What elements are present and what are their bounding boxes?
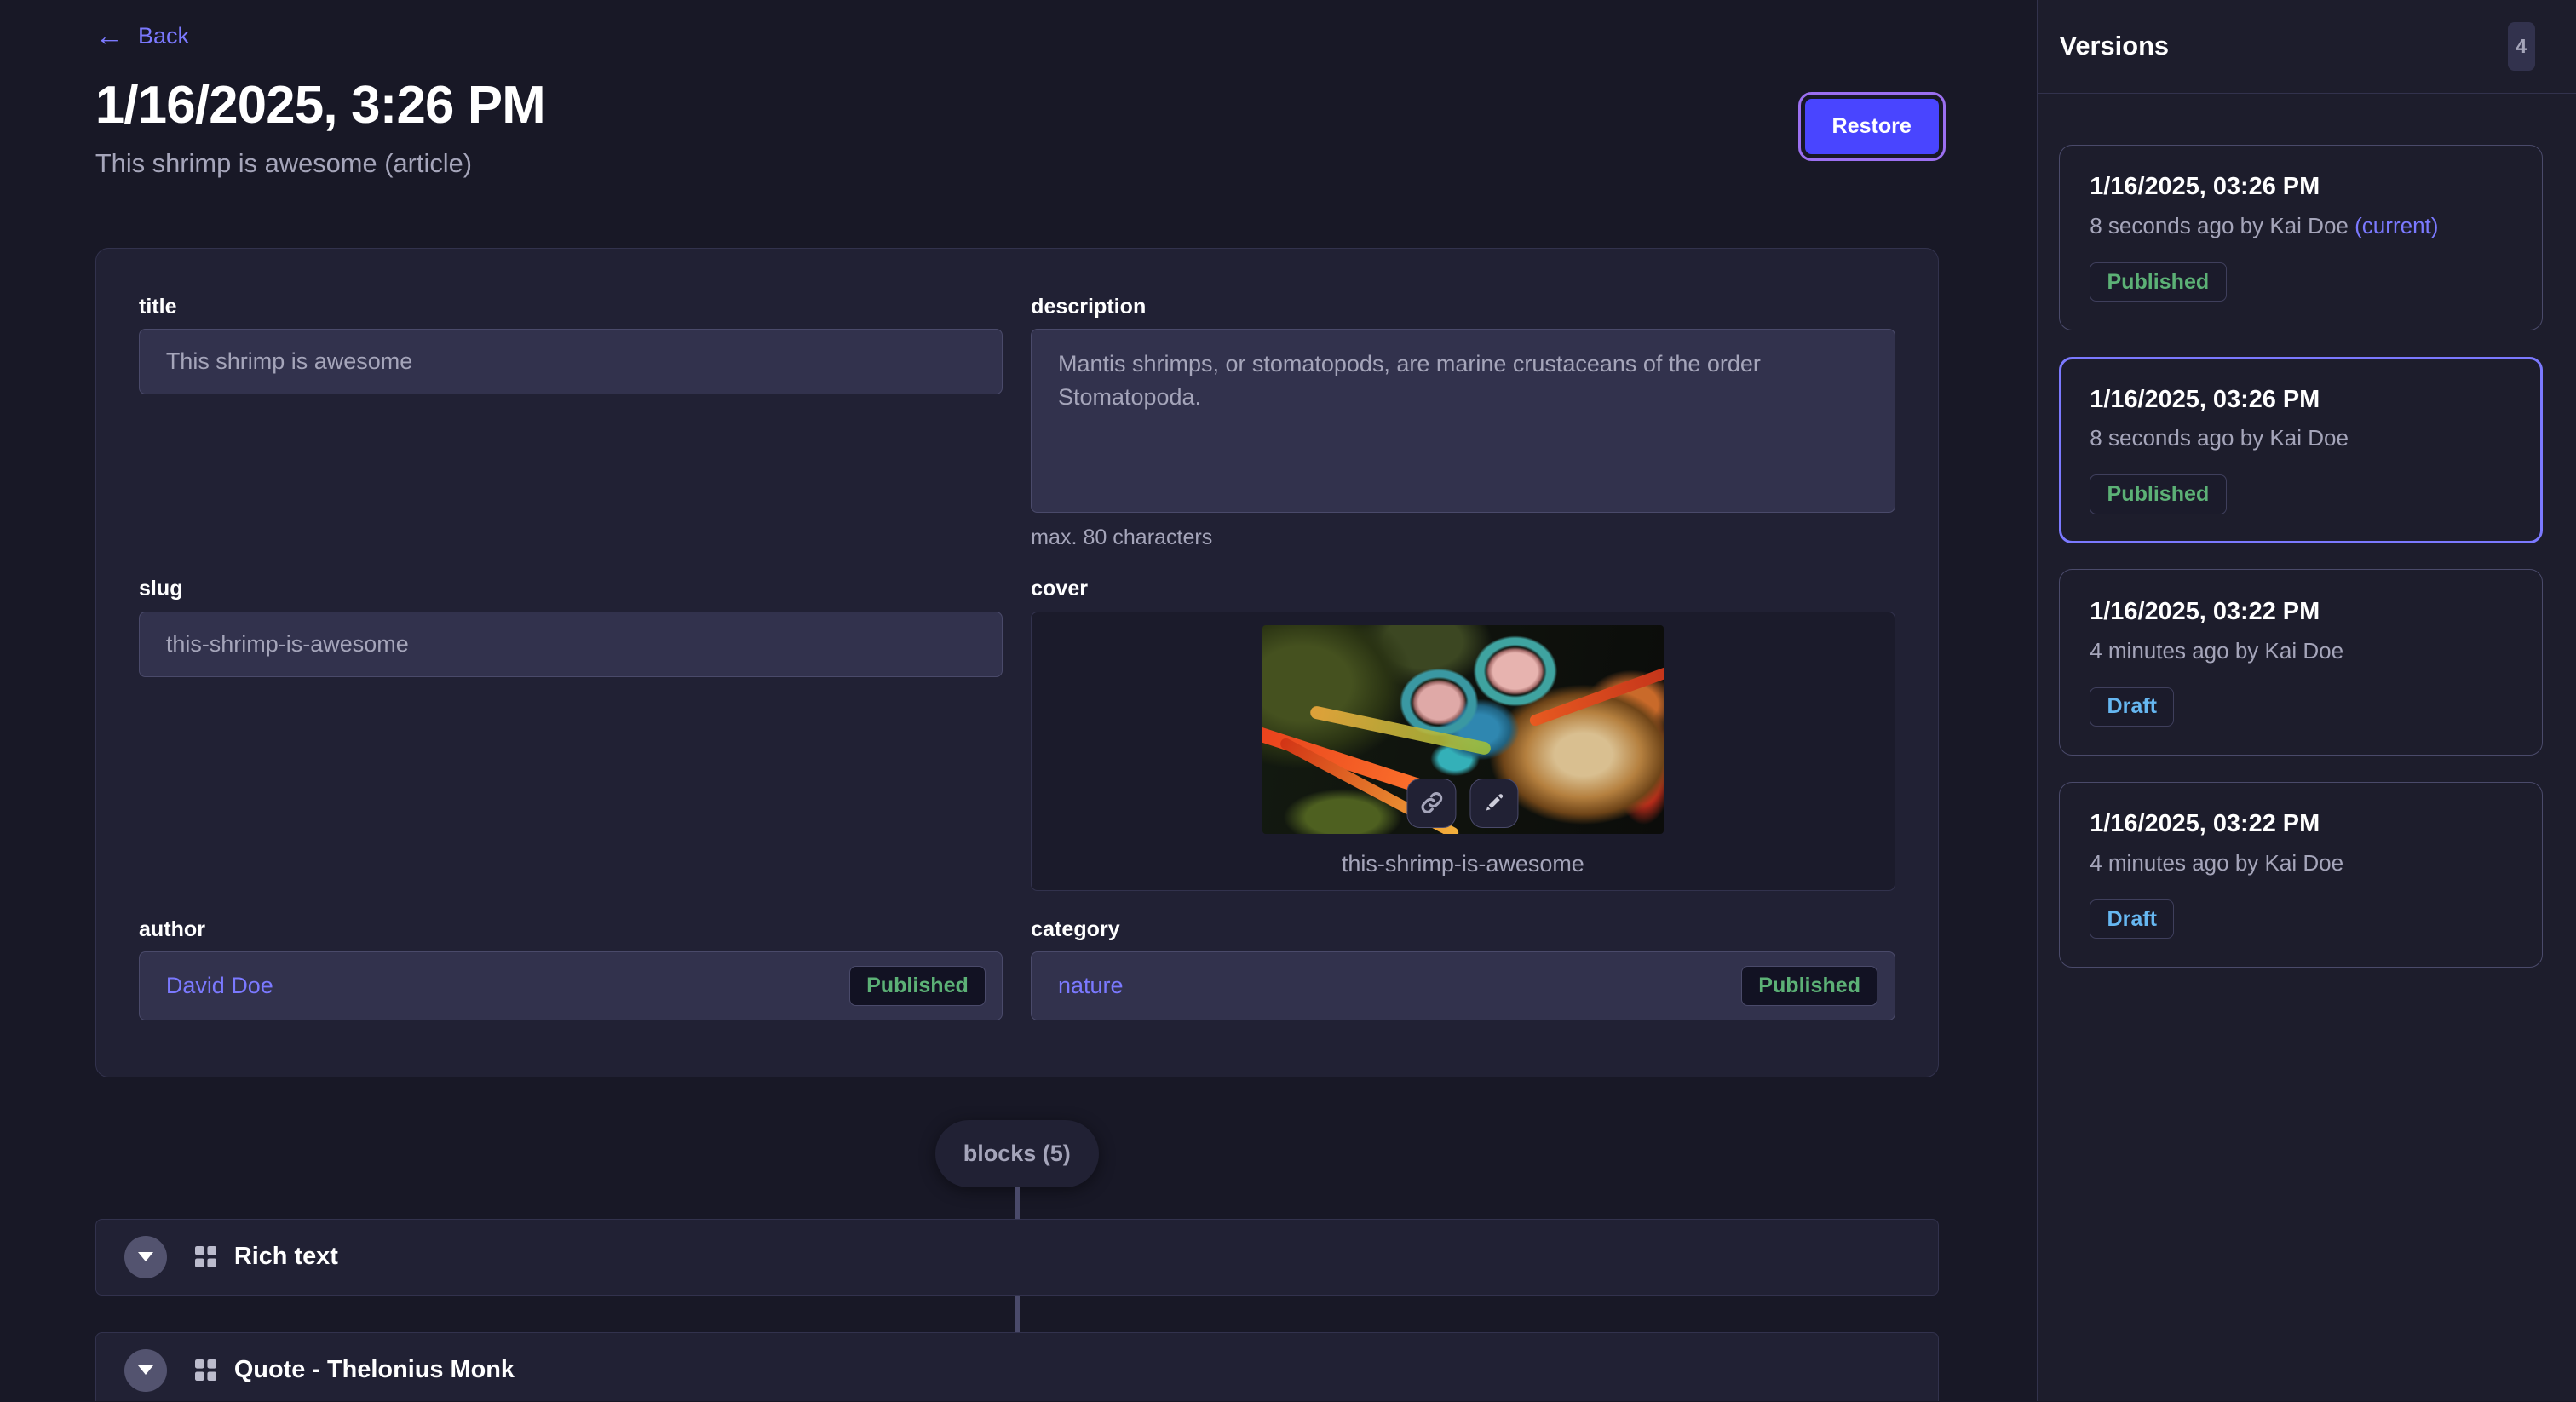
author-relation-link[interactable]: David Doe xyxy=(166,973,273,999)
link-icon xyxy=(1418,790,1445,816)
page-header: 1/16/2025, 3:26 PM This shrimp is awesom… xyxy=(95,78,1939,179)
version-history-page: ← Back 1/16/2025, 3:26 PM This shrimp is… xyxy=(0,0,2576,1401)
cover-image-art xyxy=(1309,705,1492,756)
copy-link-button[interactable] xyxy=(1407,779,1457,828)
breadcrumb: ← Back xyxy=(95,21,1939,51)
version-date: 1/16/2025, 03:22 PM xyxy=(2090,810,2513,838)
page-header-text: 1/16/2025, 3:26 PM This shrimp is awesom… xyxy=(95,78,1939,179)
slug-input[interactable] xyxy=(139,612,1003,677)
version-meta: 8 seconds ago by Kai Doe (current) xyxy=(2090,213,2513,239)
title-field: title xyxy=(139,295,1003,551)
blocks-connector-line xyxy=(1015,1187,1020,1219)
page-subtitle: This shrimp is awesome (article) xyxy=(95,148,1939,179)
component-grid-icon xyxy=(195,1359,216,1381)
block-label: Rich text xyxy=(234,1243,338,1271)
cover-media-card: this-shrimp-is-awesome xyxy=(1031,612,1895,891)
author-relation: David Doe Published xyxy=(139,951,1003,1020)
versions-sidebar: Versions 4 1/16/2025, 03:26 PM 8 seconds… xyxy=(2037,0,2576,1401)
cover-image-art xyxy=(1528,666,1664,728)
blocks-connector-line xyxy=(1015,1296,1020,1331)
category-relation-link[interactable]: nature xyxy=(1058,973,1124,999)
status-badge: Draft xyxy=(2090,899,2174,939)
cover-label: cover xyxy=(1031,577,1895,601)
chevron-down-icon xyxy=(138,1365,153,1375)
author-label: author xyxy=(139,917,1003,942)
status-badge: Published xyxy=(2090,262,2226,302)
chevron-down-icon xyxy=(138,1252,153,1261)
cover-actions xyxy=(1407,779,1519,828)
category-label: category xyxy=(1031,917,1895,942)
edit-media-button[interactable] xyxy=(1469,779,1519,828)
blocks-count-pill: blocks (5) xyxy=(935,1120,1099,1187)
description-field: description Mantis shrimps, or stomatopo… xyxy=(1031,295,1895,551)
description-label: description xyxy=(1031,295,1895,319)
restore-button[interactable]: Restore xyxy=(1805,99,1939,155)
current-tag: (current) xyxy=(2355,213,2438,238)
block-row-quote[interactable]: Quote - Thelonius Monk xyxy=(95,1332,1939,1401)
block-row-rich-text[interactable]: Rich text xyxy=(95,1219,1939,1296)
version-meta: 4 minutes ago by Kai Doe xyxy=(2090,638,2513,664)
version-card[interactable]: 1/16/2025, 03:22 PM 4 minutes ago by Kai… xyxy=(2059,782,2543,968)
version-card-current[interactable]: 1/16/2025, 03:26 PM 8 seconds ago by Kai… xyxy=(2059,145,2543,330)
expand-toggle-button[interactable] xyxy=(124,1236,167,1278)
versions-header: Versions 4 xyxy=(2038,0,2576,94)
status-badge: Draft xyxy=(2090,687,2174,727)
title-label: title xyxy=(139,295,1003,319)
versions-count-badge: 4 xyxy=(2508,22,2535,72)
slug-label: slug xyxy=(139,577,1003,601)
version-date: 1/16/2025, 03:26 PM xyxy=(2090,386,2512,414)
cover-field: cover xyxy=(1031,577,1895,890)
pencil-icon xyxy=(1482,790,1507,815)
description-hint: max. 80 characters xyxy=(1031,526,1895,550)
category-field: category nature Published xyxy=(1031,917,1895,1021)
main-panel: ← Back 1/16/2025, 3:26 PM This shrimp is… xyxy=(0,0,2037,1401)
cover-caption: this-shrimp-is-awesome xyxy=(1032,851,1894,877)
description-textarea[interactable]: Mantis shrimps, or stomatopods, are mari… xyxy=(1031,329,1895,513)
version-meta: 8 seconds ago by Kai Doe xyxy=(2090,425,2512,451)
status-badge: Published xyxy=(2090,474,2226,514)
version-fields-card: title description Mantis shrimps, or sto… xyxy=(95,248,1939,1077)
author-field: author David Doe Published xyxy=(139,917,1003,1021)
version-meta: 4 minutes ago by Kai Doe xyxy=(2090,850,2513,876)
back-arrow-icon: ← xyxy=(95,21,124,51)
versions-list: 1/16/2025, 03:26 PM 8 seconds ago by Kai… xyxy=(2038,94,2576,968)
version-card-selected[interactable]: 1/16/2025, 03:26 PM 8 seconds ago by Kai… xyxy=(2059,357,2543,543)
versions-title: Versions xyxy=(2059,31,2169,61)
component-grid-icon xyxy=(195,1246,216,1267)
version-card[interactable]: 1/16/2025, 03:22 PM 4 minutes ago by Kai… xyxy=(2059,569,2543,755)
title-input[interactable] xyxy=(139,329,1003,394)
category-status-badge: Published xyxy=(1741,966,1877,1005)
version-date: 1/16/2025, 03:22 PM xyxy=(2090,598,2513,626)
page-title: 1/16/2025, 3:26 PM xyxy=(95,78,1939,134)
block-label: Quote - Thelonius Monk xyxy=(234,1356,515,1384)
slug-field: slug xyxy=(139,577,1003,890)
expand-toggle-button[interactable] xyxy=(124,1349,167,1392)
cover-image-wrap xyxy=(1262,625,1664,834)
category-relation: nature Published xyxy=(1031,951,1895,1020)
back-link[interactable]: Back xyxy=(138,23,189,49)
version-date: 1/16/2025, 03:26 PM xyxy=(2090,173,2513,201)
author-status-badge: Published xyxy=(849,966,986,1005)
